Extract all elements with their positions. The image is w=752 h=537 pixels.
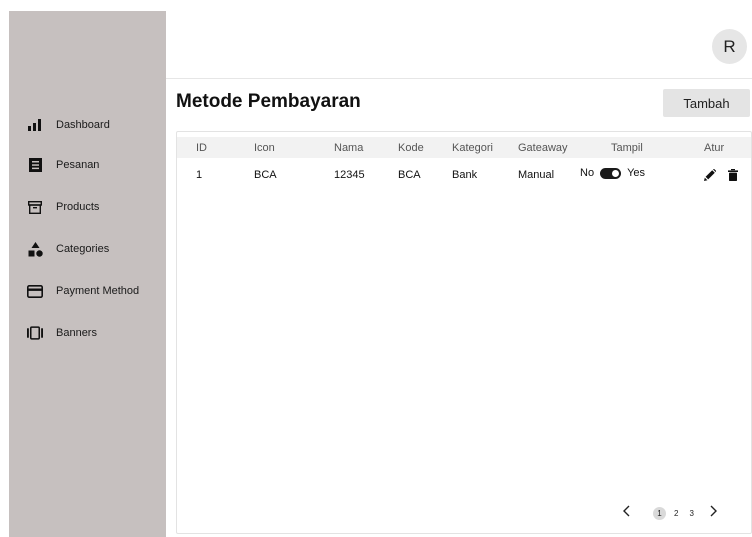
page-3-button[interactable]: 3 xyxy=(689,509,693,518)
sidebar-item-products[interactable]: Products xyxy=(9,195,166,219)
column-header-kode: Kode xyxy=(398,142,424,154)
column-header-id: ID xyxy=(196,142,207,154)
carousel-icon xyxy=(27,325,43,341)
sidebar-item-label: Dashboard xyxy=(56,119,110,131)
page-1-button[interactable]: 1 xyxy=(653,506,666,520)
credit-card-icon xyxy=(27,283,43,299)
column-header-icon: Icon xyxy=(254,142,275,154)
edit-icon[interactable] xyxy=(704,168,717,186)
table-header: ID Icon Nama Kode Kategori Gateaway Tamp… xyxy=(177,137,751,158)
next-page-icon[interactable] xyxy=(708,504,718,522)
toggle-off-label: No xyxy=(580,167,595,179)
prev-page-icon[interactable] xyxy=(622,504,632,522)
delete-icon[interactable] xyxy=(728,168,738,186)
add-button[interactable]: Tambah xyxy=(663,89,750,117)
sidebar-item-dashboard[interactable]: Dashboard xyxy=(9,113,166,137)
archive-box-icon xyxy=(27,199,43,215)
sidebar-item-label: Banners xyxy=(56,327,97,339)
sidebar-item-label: Pesanan xyxy=(56,159,100,171)
cell-nama: 12345 xyxy=(334,169,365,181)
column-header-nama: Nama xyxy=(334,142,364,154)
column-header-tampil: Tampil xyxy=(611,142,643,154)
cell-gateaway: Manual xyxy=(518,169,555,181)
page-2-button[interactable]: 2 xyxy=(674,509,678,518)
sidebar-item-categories[interactable]: Categories xyxy=(9,237,166,261)
column-header-kategori: Kategori xyxy=(452,142,493,154)
sidebar-item-label: Payment Method xyxy=(56,285,140,297)
payment-methods-table: ID Icon Nama Kode Kategori Gateaway Tamp… xyxy=(176,131,752,534)
tampil-toggle-group: No Yes xyxy=(580,167,645,179)
toggle-knob xyxy=(612,169,620,177)
column-header-gateaway: Gateaway xyxy=(518,142,568,154)
avatar[interactable]: R xyxy=(712,29,747,64)
sidebar-item-label: Products xyxy=(56,201,100,213)
bar-chart-icon xyxy=(27,117,43,133)
tampil-toggle[interactable] xyxy=(600,167,622,179)
cell-id: 1 xyxy=(196,169,203,181)
sidebar-item-payment-method[interactable]: Payment Method xyxy=(9,279,166,303)
column-header-atur: Atur xyxy=(704,142,725,154)
toggle-on-label: Yes xyxy=(627,167,646,179)
cell-icon: BCA xyxy=(254,169,277,181)
sidebar-item-banners[interactable]: Banners xyxy=(9,321,166,345)
page-title: Metode Pembayaran xyxy=(176,91,361,112)
sidebar-item-pesanan[interactable]: Pesanan xyxy=(9,153,166,177)
cell-kode: BCA xyxy=(398,169,421,181)
document-icon xyxy=(27,157,43,173)
sidebar-item-label: Categories xyxy=(56,243,110,255)
pagination: 1 2 3 xyxy=(622,503,718,523)
header-divider xyxy=(166,78,752,79)
cell-kategori: Bank xyxy=(452,169,478,181)
shapes-icon xyxy=(27,241,43,257)
sidebar: Dashboard Pesanan Products Categories Pa… xyxy=(9,11,166,537)
